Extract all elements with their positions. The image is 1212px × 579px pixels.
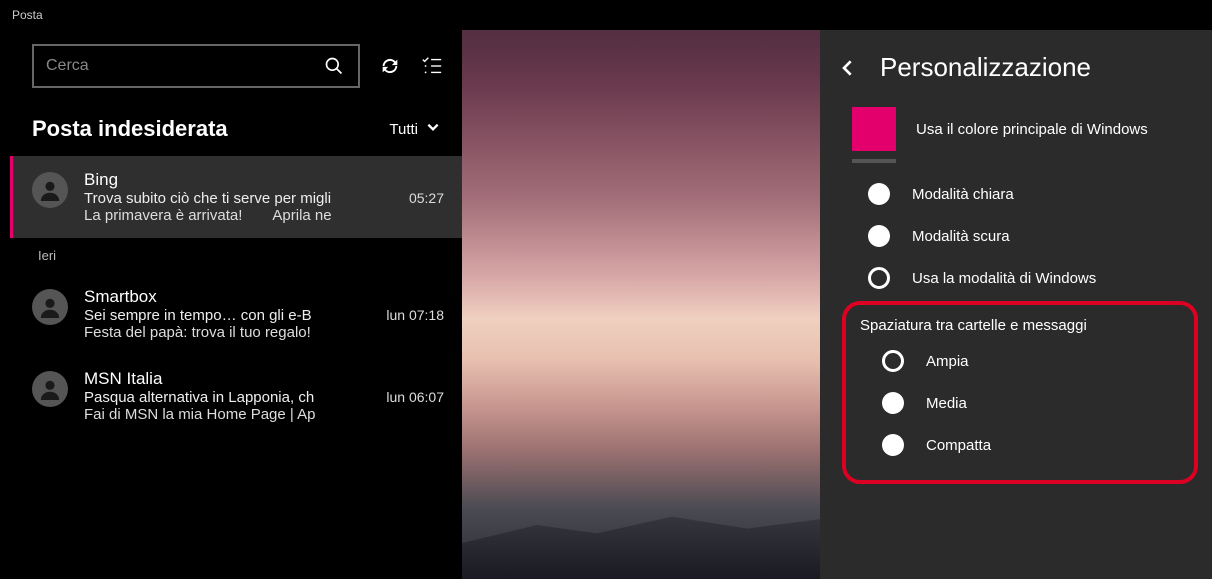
folder-header: Posta indesiderata Tutti (10, 94, 462, 156)
filter-label: Tutti (389, 121, 418, 138)
filter-dropdown[interactable]: Tutti (389, 120, 440, 138)
mail-list-pane: Posta indesiderata Tutti Bing Trova subi… (10, 30, 462, 579)
radio-theme-dark[interactable]: Modalità scura (828, 215, 1204, 257)
mail-sender: Smartbox (84, 287, 444, 307)
radio-icon (868, 267, 890, 289)
folder-name: Posta indesiderata (32, 116, 389, 142)
accent-underline (852, 159, 896, 163)
mail-preview: Festa del papà: trova il tuo regalo! (84, 324, 444, 341)
search-box[interactable] (32, 44, 360, 88)
mail-preview: La primavera è arrivata!Aprila ne (84, 207, 444, 224)
radio-spacing-medium[interactable]: Media (846, 382, 1194, 424)
avatar (32, 289, 68, 325)
radio-icon (882, 350, 904, 372)
radio-theme-light[interactable]: Modalità chiara (828, 173, 1204, 215)
radio-spacing-wide[interactable]: Ampia (846, 340, 1194, 382)
settings-header: Personalizzazione (828, 46, 1204, 101)
titlebar: Posta (0, 0, 1212, 30)
mail-subject: Trova subito ciò che ti serve per migli (84, 190, 399, 207)
radio-label: Ampia (926, 353, 969, 370)
mail-subject: Pasqua alternativa in Lapponia, ch (84, 389, 376, 406)
select-mode-button[interactable] (420, 54, 444, 78)
mail-preview: Fai di MSN la mia Home Page | Ap (84, 406, 444, 423)
radio-label: Modalità scura (912, 228, 1010, 245)
mail-sender: Bing (84, 170, 444, 190)
mail-subject: Sei sempre in tempo… con gli e-B (84, 307, 376, 324)
mail-list: Bing Trova subito ciò che ti serve per m… (10, 156, 462, 579)
radio-label: Modalità chiara (912, 186, 1014, 203)
avatar (32, 371, 68, 407)
mail-item[interactable]: Smartbox Sei sempre in tempo… con gli e-… (10, 273, 462, 355)
radio-label: Media (926, 395, 967, 412)
spacing-section-label: Spaziatura tra cartelle e messaggi (846, 309, 1194, 340)
back-button[interactable] (834, 54, 862, 82)
radio-spacing-compact[interactable]: Compatta (846, 424, 1194, 466)
mail-sender: MSN Italia (84, 369, 444, 389)
mail-item[interactable]: MSN Italia Pasqua alternativa in Lapponi… (10, 355, 462, 437)
radio-icon (882, 434, 904, 456)
spacing-section-highlight: Spaziatura tra cartelle e messaggi Ampia… (842, 301, 1198, 484)
radio-label: Usa la modalità di Windows (912, 270, 1096, 287)
avatar (32, 172, 68, 208)
radio-label: Compatta (926, 437, 991, 454)
mail-time: lun 06:07 (386, 389, 444, 405)
sync-button[interactable] (378, 54, 402, 78)
radio-icon (868, 183, 890, 205)
radio-theme-system[interactable]: Usa la modalità di Windows (828, 257, 1204, 299)
radio-icon (868, 225, 890, 247)
app-title: Posta (12, 8, 43, 22)
chevron-down-icon (426, 120, 440, 138)
search-icon[interactable] (322, 54, 346, 78)
accent-color-row[interactable]: Usa il colore principale di Windows (828, 101, 1204, 157)
mail-item[interactable]: Bing Trova subito ciò che ti serve per m… (10, 156, 462, 238)
settings-panel: Personalizzazione Usa il colore principa… (820, 30, 1212, 579)
mail-time: 05:27 (409, 190, 444, 206)
group-header-yesterday: Ieri (10, 238, 462, 273)
mail-time: lun 07:18 (386, 307, 444, 323)
radio-icon (882, 392, 904, 414)
settings-title: Personalizzazione (880, 52, 1091, 83)
toolbar (10, 30, 462, 94)
search-input[interactable] (46, 57, 312, 75)
accent-color-label: Usa il colore principale di Windows (916, 121, 1148, 138)
accent-color-swatch[interactable] (852, 107, 896, 151)
